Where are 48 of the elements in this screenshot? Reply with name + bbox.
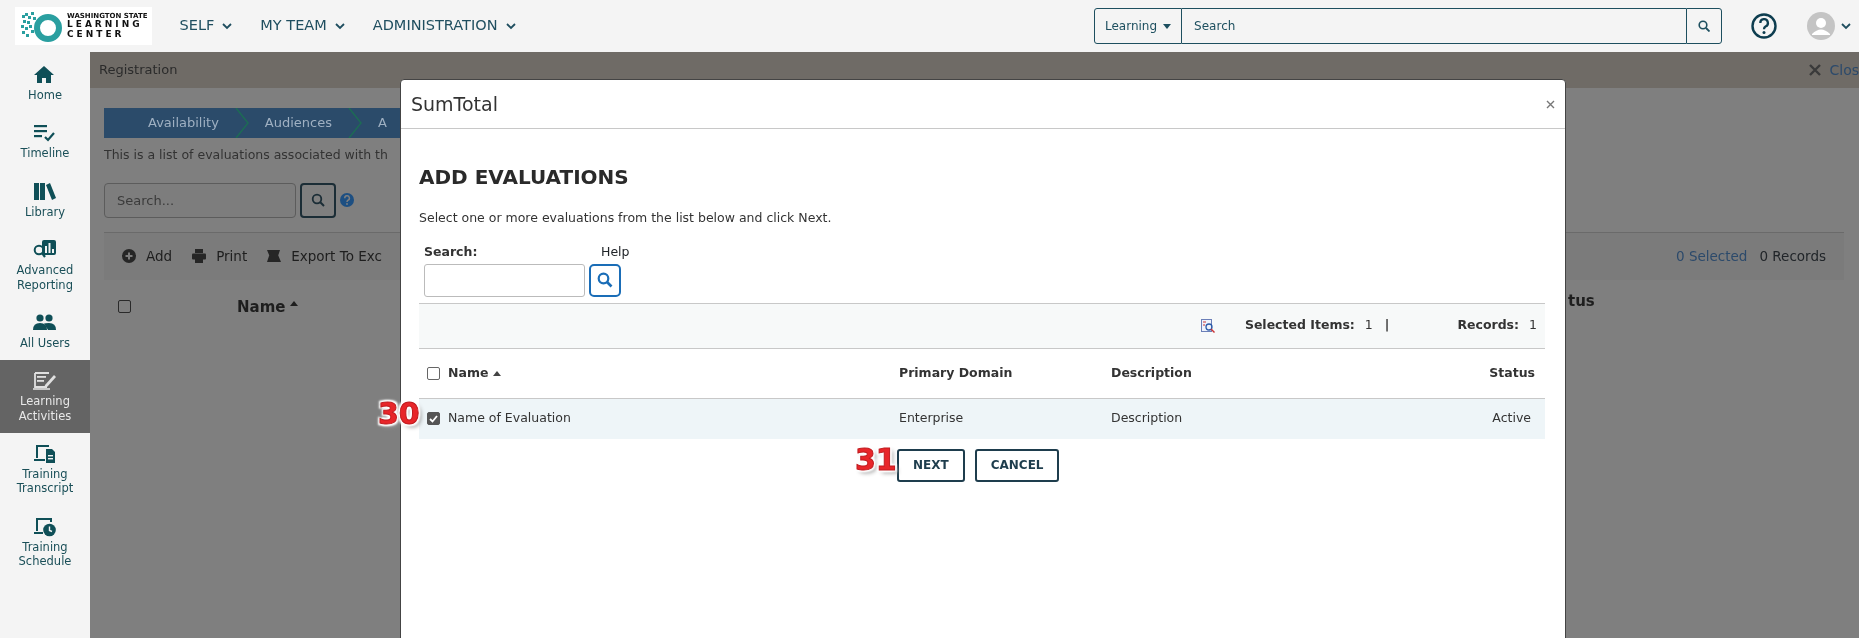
- page-title: Registration: [99, 61, 178, 80]
- instructions: Select one or more evaluations from the list below and click Next.: [419, 209, 833, 227]
- table-cell: Description: [1111, 410, 1183, 426]
- modal-title: SumTotal: [411, 91, 498, 117]
- heading: ADD EVALUATIONS: [419, 165, 630, 189]
- nav-menu[interactable]: ADMINISTRATION: [372, 15, 516, 37]
- table-cell: Name of Evaluation: [448, 410, 571, 426]
- search-field[interactable]: Search: [1182, 8, 1686, 44]
- nav-menu[interactable]: MY TEAM: [260, 15, 345, 37]
- toolbar-button[interactable]: Add: [122, 246, 173, 267]
- step-number: 31: [855, 445, 897, 475]
- search-field[interactable]: Search...: [104, 182, 296, 218]
- records-count: 1: [1529, 316, 1537, 335]
- wizard-step[interactable]: Availability: [148, 113, 219, 133]
- column-header[interactable]: Primary Domain: [899, 364, 1013, 380]
- separator: |: [1384, 316, 1390, 335]
- column-header[interactable]: Name: [237, 295, 299, 318]
- toolbar-button[interactable]: Print: [192, 246, 248, 267]
- sidebar-item[interactable]: Training Transcript: [0, 433, 90, 506]
- wizard-step[interactable]: Audiences: [264, 113, 332, 133]
- intro-text: This is a list of evaluations associated with th: [104, 146, 389, 164]
- table-cell: Enterprise: [899, 410, 964, 426]
- help-link[interactable]: Help: [601, 242, 630, 262]
- column-header[interactable]: Description: [1111, 364, 1192, 380]
- nav-menu[interactable]: SELF: [179, 15, 233, 37]
- wizard-step[interactable]: A: [378, 113, 387, 133]
- records-label: Records:: [1457, 316, 1520, 335]
- sidebar-item[interactable]: Learning Activities: [0, 360, 90, 433]
- cancel-button[interactable]: CANCEL: [974, 448, 1060, 482]
- scope-dropdown[interactable]: Learning: [1094, 8, 1183, 44]
- selected-items-count: 1: [1364, 316, 1373, 335]
- next-button[interactable]: NEXT: [897, 448, 965, 482]
- sidebar-item[interactable]: Library: [0, 170, 90, 230]
- search-label: Search:: [424, 242, 479, 261]
- selected-items-label: Selected Items:: [1244, 316, 1355, 335]
- logo-text: CENTER: [67, 29, 126, 40]
- column-header[interactable]: Name: [448, 364, 502, 380]
- column-header[interactable]: Status: [1489, 364, 1535, 380]
- records-count: 0 Records: [1759, 247, 1826, 267]
- column-header[interactable]: tus: [1568, 290, 1595, 313]
- sidebar-item[interactable]: Home: [0, 54, 90, 113]
- sidebar-item[interactable]: Advanced Reporting: [0, 229, 90, 302]
- sidebar-item[interactable]: Timeline: [0, 112, 90, 171]
- logo-text: LEARNING: [67, 20, 144, 30]
- table-cell: Active: [1492, 410, 1531, 426]
- toolbar-button[interactable]: Export To Exc: [267, 246, 382, 267]
- sidebar-item[interactable]: Training Schedule: [0, 505, 90, 579]
- sidebar-item[interactable]: All Users: [0, 301, 90, 361]
